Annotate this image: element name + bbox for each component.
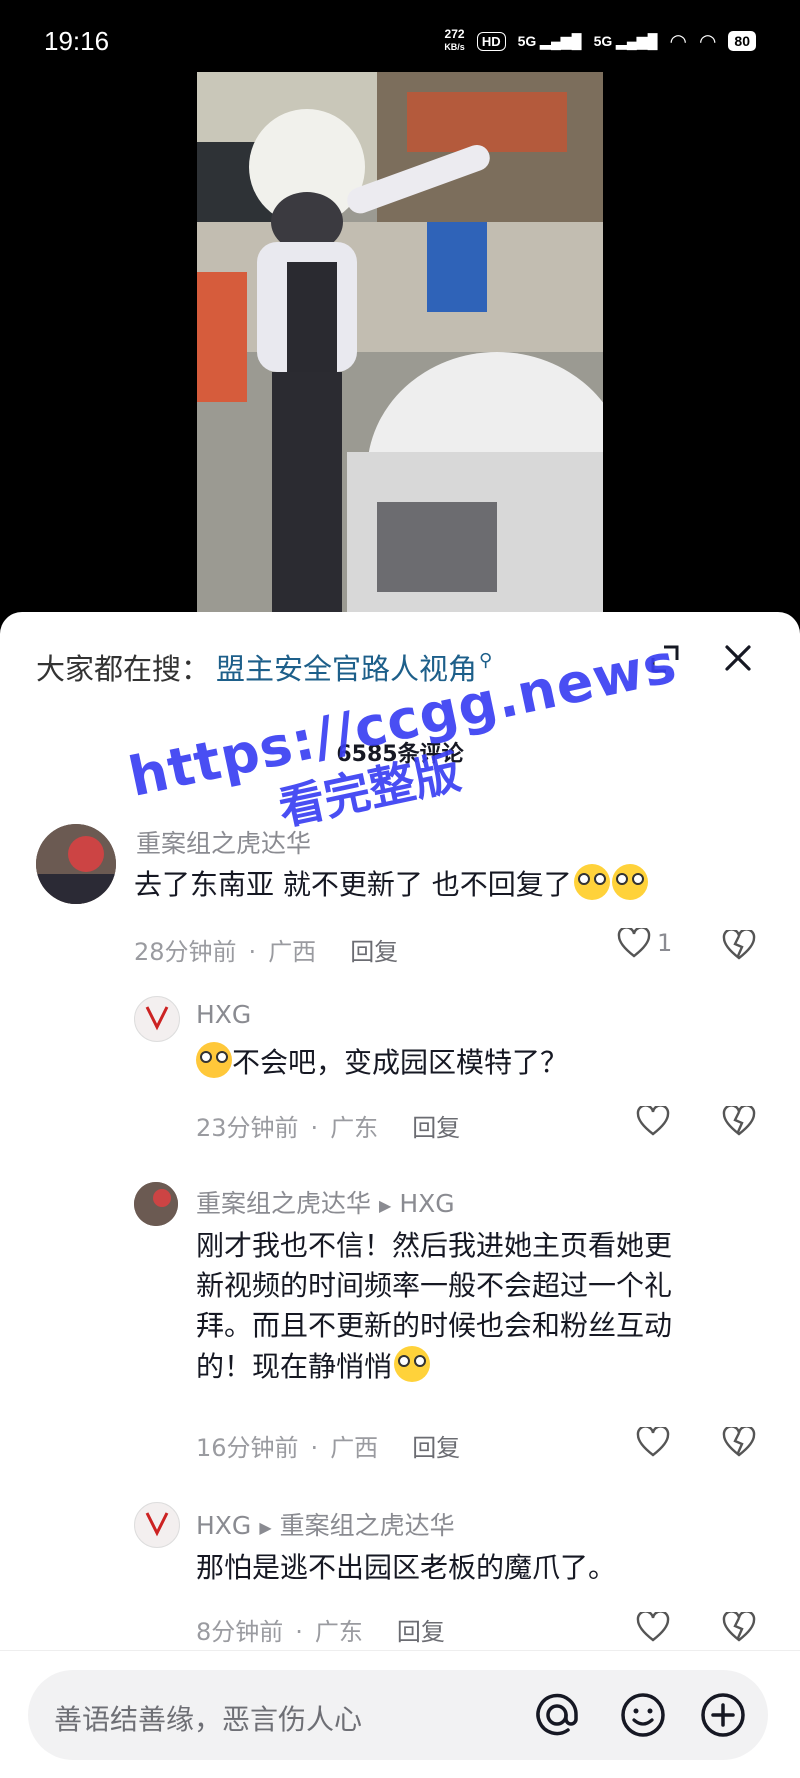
avatar[interactable] xyxy=(134,1182,178,1226)
flushed-emoji-icon xyxy=(611,864,648,900)
comment-author: 重案组之虎达华 ▶ HXG xyxy=(196,1184,455,1220)
avatar-image xyxy=(145,1006,169,1031)
comment-author: HXG ▶ 重案组之虎达华 xyxy=(196,1506,455,1542)
reply-to-name[interactable]: HXG xyxy=(399,1189,454,1218)
close-icon[interactable] xyxy=(722,642,754,674)
expand-icon[interactable] xyxy=(650,644,680,674)
comment-location: 广西 xyxy=(330,1434,379,1462)
trending-search[interactable]: 大家都在搜： 盟主安全官路人视角 ⚲ xyxy=(36,646,492,688)
like-count: 1 xyxy=(657,929,673,957)
meta-separator: · xyxy=(295,1618,303,1646)
mention-icon[interactable] xyxy=(532,1690,582,1740)
search-icon: ⚲ xyxy=(479,649,493,671)
heart-icon[interactable] xyxy=(636,1612,670,1642)
reply-button[interactable]: 回复 xyxy=(412,1434,460,1462)
comment-location: 广西 xyxy=(268,938,317,966)
meta-separator: · xyxy=(310,1114,319,1142)
comment-input-bar[interactable]: 善语结善缘，恶言伤人心 xyxy=(28,1670,768,1760)
status-time: 19:16 xyxy=(44,26,110,56)
heart-icon xyxy=(617,928,651,958)
comment-time: 23分钟前 xyxy=(196,1114,299,1142)
network-speed-unit: KB/s xyxy=(444,42,465,52)
trending-search-term[interactable]: 盟主安全官路人视角 xyxy=(216,646,477,688)
battery-icon: 80 xyxy=(728,31,756,51)
emoji-icon[interactable] xyxy=(618,1690,668,1740)
comment-text-line: 刚才我也不信！然后我进她主页看她更 xyxy=(196,1229,673,1262)
comment-time: 16分钟前 xyxy=(196,1434,299,1462)
reply-button[interactable]: 回复 xyxy=(397,1618,445,1646)
comment-meta: 28分钟前 · 广西 回复 xyxy=(134,932,398,967)
reply-arrow-icon: ▶ xyxy=(379,1195,392,1215)
status-bar: 19:16 272 KB/s HD 5G ▂▄▆█ 5G ▂▄▆█ ◠ ◠ 80 xyxy=(0,0,800,72)
comment-author[interactable]: HXG xyxy=(196,1000,251,1029)
heart-icon[interactable] xyxy=(636,1106,670,1136)
avatar[interactable] xyxy=(134,996,180,1042)
comment-text: 去了东南亚 就不更新了 也不回复了 xyxy=(134,864,754,905)
heart-icon[interactable] xyxy=(636,1427,670,1457)
meta-separator: · xyxy=(248,938,257,966)
broken-heart-icon[interactable] xyxy=(722,1427,756,1457)
comment-meta: 8分钟前 · 广东 回复 xyxy=(196,1612,445,1647)
comment-location: 广东 xyxy=(330,1114,379,1142)
divider xyxy=(0,1650,800,1651)
signal-5g-icon: 5G ▂▄▆█ xyxy=(517,32,582,49)
comment-text-line: 拜。而且不更新的时候也会和粉丝互动 xyxy=(196,1309,673,1342)
comment-time: 28分钟前 xyxy=(134,938,237,966)
reply-button[interactable]: 回复 xyxy=(412,1114,460,1142)
reply-arrow-icon: ▶ xyxy=(259,1517,272,1537)
network-speed-value: 272 xyxy=(444,27,465,41)
like-button[interactable]: 1 xyxy=(617,928,672,958)
broken-heart-icon[interactable] xyxy=(722,930,756,960)
signal-5g-label: 5G xyxy=(517,32,537,49)
video-player[interactable] xyxy=(197,72,603,612)
video-frame-image xyxy=(197,72,603,612)
wifi-icon: ◠ xyxy=(669,30,687,53)
comment-author-name[interactable]: HXG xyxy=(196,1511,251,1540)
reply-button[interactable]: 回复 xyxy=(350,938,398,966)
comment-text-content: 不会吧，变成园区模特了？ xyxy=(232,1046,569,1079)
comment-input-placeholder[interactable]: 善语结善缘，恶言伤人心 xyxy=(54,1698,362,1738)
crying-laughing-emoji-icon xyxy=(196,1042,232,1078)
comment-text: 不会吧，变成园区模特了？ xyxy=(194,1042,754,1083)
hd-icon: HD xyxy=(476,31,506,51)
avatar[interactable] xyxy=(36,824,116,904)
comment-time: 8分钟前 xyxy=(196,1618,284,1646)
avatar-image xyxy=(36,824,116,904)
flushed-emoji-icon xyxy=(394,1346,431,1382)
broken-heart-icon[interactable] xyxy=(722,1106,756,1136)
trending-search-label: 大家都在搜： xyxy=(36,652,211,686)
avatar-image xyxy=(134,1182,178,1226)
comment-meta: 16分钟前 · 广西 回复 xyxy=(196,1428,460,1463)
network-speed: 272 KB/s xyxy=(444,28,465,54)
broken-heart-icon[interactable] xyxy=(722,1612,756,1642)
comment-count: 6585条评论 xyxy=(336,742,464,767)
comment-text: 那怕是逃不出园区老板的魔爪了。 xyxy=(196,1551,617,1584)
add-icon[interactable] xyxy=(698,1690,748,1740)
wifi-icon-2: ◠ xyxy=(698,30,717,53)
reply-to-name[interactable]: 重案组之虎达华 xyxy=(280,1511,455,1540)
comment-sheet: 大家都在搜： 盟主安全官路人视角 ⚲ 6585条评论 重案组之虎达华 去了东南亚… xyxy=(0,612,800,1778)
signal-5g-icon-2: 5G ▂▄▆█ xyxy=(593,32,658,49)
comment-text-content: 去了东南亚 就不更新了 也不回复了 xyxy=(134,868,572,901)
comment-author-name[interactable]: 重案组之虎达华 xyxy=(196,1189,371,1218)
status-icons: 272 KB/s HD 5G ▂▄▆█ 5G ▂▄▆█ ◠ ◠ 80 xyxy=(444,28,756,54)
comment-meta: 23分钟前 · 广东 回复 xyxy=(196,1108,460,1143)
comment-author[interactable]: 重案组之虎达华 xyxy=(136,824,311,860)
comment-text-line-last: 的！现在静悄悄 xyxy=(196,1346,776,1387)
comment-location: 广东 xyxy=(314,1618,363,1646)
signal-5g-label-2: 5G xyxy=(593,32,613,49)
comment-text: 刚才我也不信！然后我进她主页看她更 新视频的时间频率一般不会超过一个礼 拜。而且… xyxy=(196,1226,776,1387)
flushed-emoji-icon xyxy=(573,864,610,900)
comment-text-content: 的！现在静悄悄 xyxy=(196,1350,393,1383)
avatar-image xyxy=(145,1512,169,1537)
avatar[interactable] xyxy=(134,1502,180,1548)
comment-text-line: 新视频的时间频率一般不会超过一个礼 xyxy=(196,1269,673,1302)
meta-separator: · xyxy=(310,1434,319,1462)
